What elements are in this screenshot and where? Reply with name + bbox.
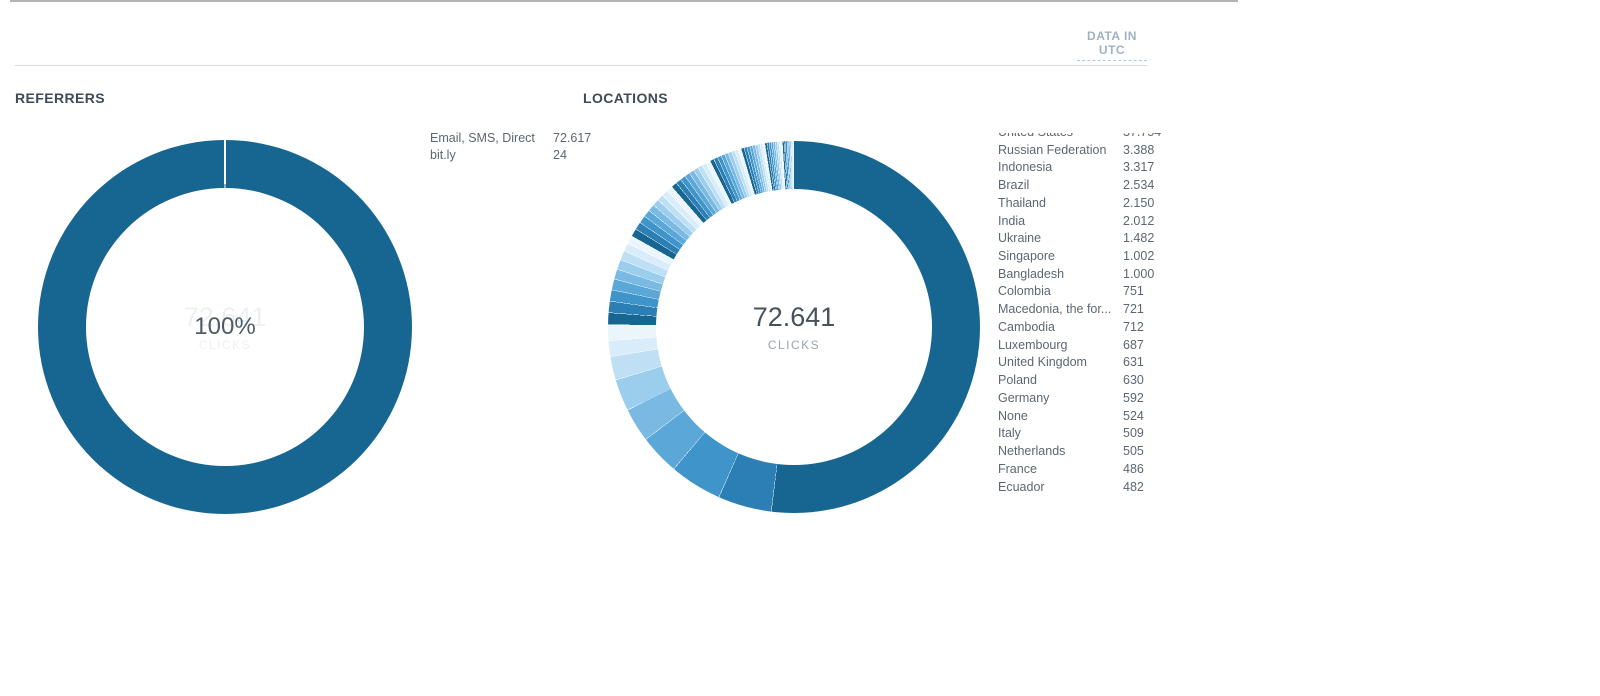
referrers-section-title: REFERRERS [15,90,105,106]
location-value: 482 [1123,480,1144,494]
location-value: 486 [1123,462,1144,476]
location-value: 1.000 [1123,267,1154,281]
location-label: India [998,214,1123,228]
location-label: Ukraine [998,231,1123,245]
location-label: France [998,462,1123,476]
locations-list-viewport[interactable]: United States37.754Russian Federation3.3… [998,133,1168,499]
location-label: Germany [998,391,1123,405]
referrers-legend: Email, SMS, Direct72.617bit.ly24 [430,129,660,164]
referrers-donut-hole: 72.641 CLICKS 100% [86,188,364,466]
location-row: Macedonia, the for...721 [998,300,1168,318]
location-row: Ukraine1.482 [998,229,1168,247]
location-value: 1.482 [1123,231,1154,245]
location-label: Netherlands [998,444,1123,458]
location-label: Bangladesh [998,267,1123,281]
location-label: Ecuador [998,480,1123,494]
referrer-label: bit.ly [430,148,553,162]
location-row: Ecuador482 [998,478,1168,496]
location-label: Thailand [998,196,1123,210]
location-value: 2.012 [1123,214,1154,228]
location-label: Luxembourg [998,338,1123,352]
location-value: 505 [1123,444,1144,458]
location-label: Indonesia [998,160,1123,174]
locations-section-title: LOCATIONS [583,90,668,106]
location-row: None524 [998,407,1168,425]
location-value: 592 [1123,391,1144,405]
location-value: 3.388 [1123,143,1154,157]
location-row: Indonesia3.317 [998,158,1168,176]
location-row: Poland630 [998,371,1168,389]
location-value: 509 [1123,426,1144,440]
location-value: 2.150 [1123,196,1154,210]
referrer-row: bit.ly24 [430,147,660,165]
location-row: United States37.754 [998,133,1168,141]
location-row: Brazil2.534 [998,176,1168,194]
top-border-line [10,0,1238,2]
location-value: 524 [1123,409,1144,423]
location-row: Russian Federation3.388 [998,141,1168,159]
location-row: Thailand2.150 [998,194,1168,212]
location-row: United Kingdom631 [998,354,1168,372]
location-label: Colombia [998,284,1123,298]
referrers-donut-chart[interactable]: 72.641 CLICKS 100% [38,140,412,514]
locations-list: United States37.754Russian Federation3.3… [998,133,1168,495]
location-row: Luxembourg687 [998,336,1168,354]
location-row: Italy509 [998,424,1168,442]
location-value: 3.317 [1123,160,1154,174]
locations-center-value: 72.641 [753,302,836,333]
location-value: 712 [1123,320,1144,334]
locations-center-label: CLICKS [768,338,820,352]
location-row: Colombia751 [998,283,1168,301]
location-label: Poland [998,373,1123,387]
referrer-row: Email, SMS, Direct72.617 [430,129,660,147]
location-value: 631 [1123,355,1144,369]
location-value: 37.754 [1123,133,1161,139]
location-value: 751 [1123,284,1144,298]
location-row: France486 [998,460,1168,478]
location-row: Singapore1.002 [998,247,1168,265]
location-label: Brazil [998,178,1123,192]
referrer-value: 72.617 [553,131,591,145]
locations-donut-hole: 72.641 CLICKS [656,189,932,465]
location-row: Netherlands505 [998,442,1168,460]
location-label: Italy [998,426,1123,440]
location-row: Bangladesh1.000 [998,265,1168,283]
referrer-value: 24 [553,148,567,162]
data-in-utc-link[interactable]: DATA IN UTC [1077,29,1147,61]
header-divider [15,65,1147,66]
location-label: None [998,409,1123,423]
location-value: 2.534 [1123,178,1154,192]
stats-page: DATA IN UTC REFERRERS LOCATIONS 72.641 C… [0,0,1600,696]
location-value: 630 [1123,373,1144,387]
location-label: Singapore [998,249,1123,263]
location-value: 1.002 [1123,249,1154,263]
referrers-hover-percent: 100% [86,188,364,466]
location-label: Cambodia [998,320,1123,334]
location-label: United States [998,133,1123,139]
location-label: Russian Federation [998,143,1123,157]
location-label: United Kingdom [998,355,1123,369]
referrer-label: Email, SMS, Direct [430,131,553,145]
location-label: Macedonia, the for... [998,302,1123,316]
locations-donut-chart[interactable]: 72.641 CLICKS [608,141,980,513]
location-row: India2.012 [998,212,1168,230]
location-value: 687 [1123,338,1144,352]
location-row: Germany592 [998,389,1168,407]
location-row: Cambodia712 [998,318,1168,336]
location-value: 721 [1123,302,1144,316]
